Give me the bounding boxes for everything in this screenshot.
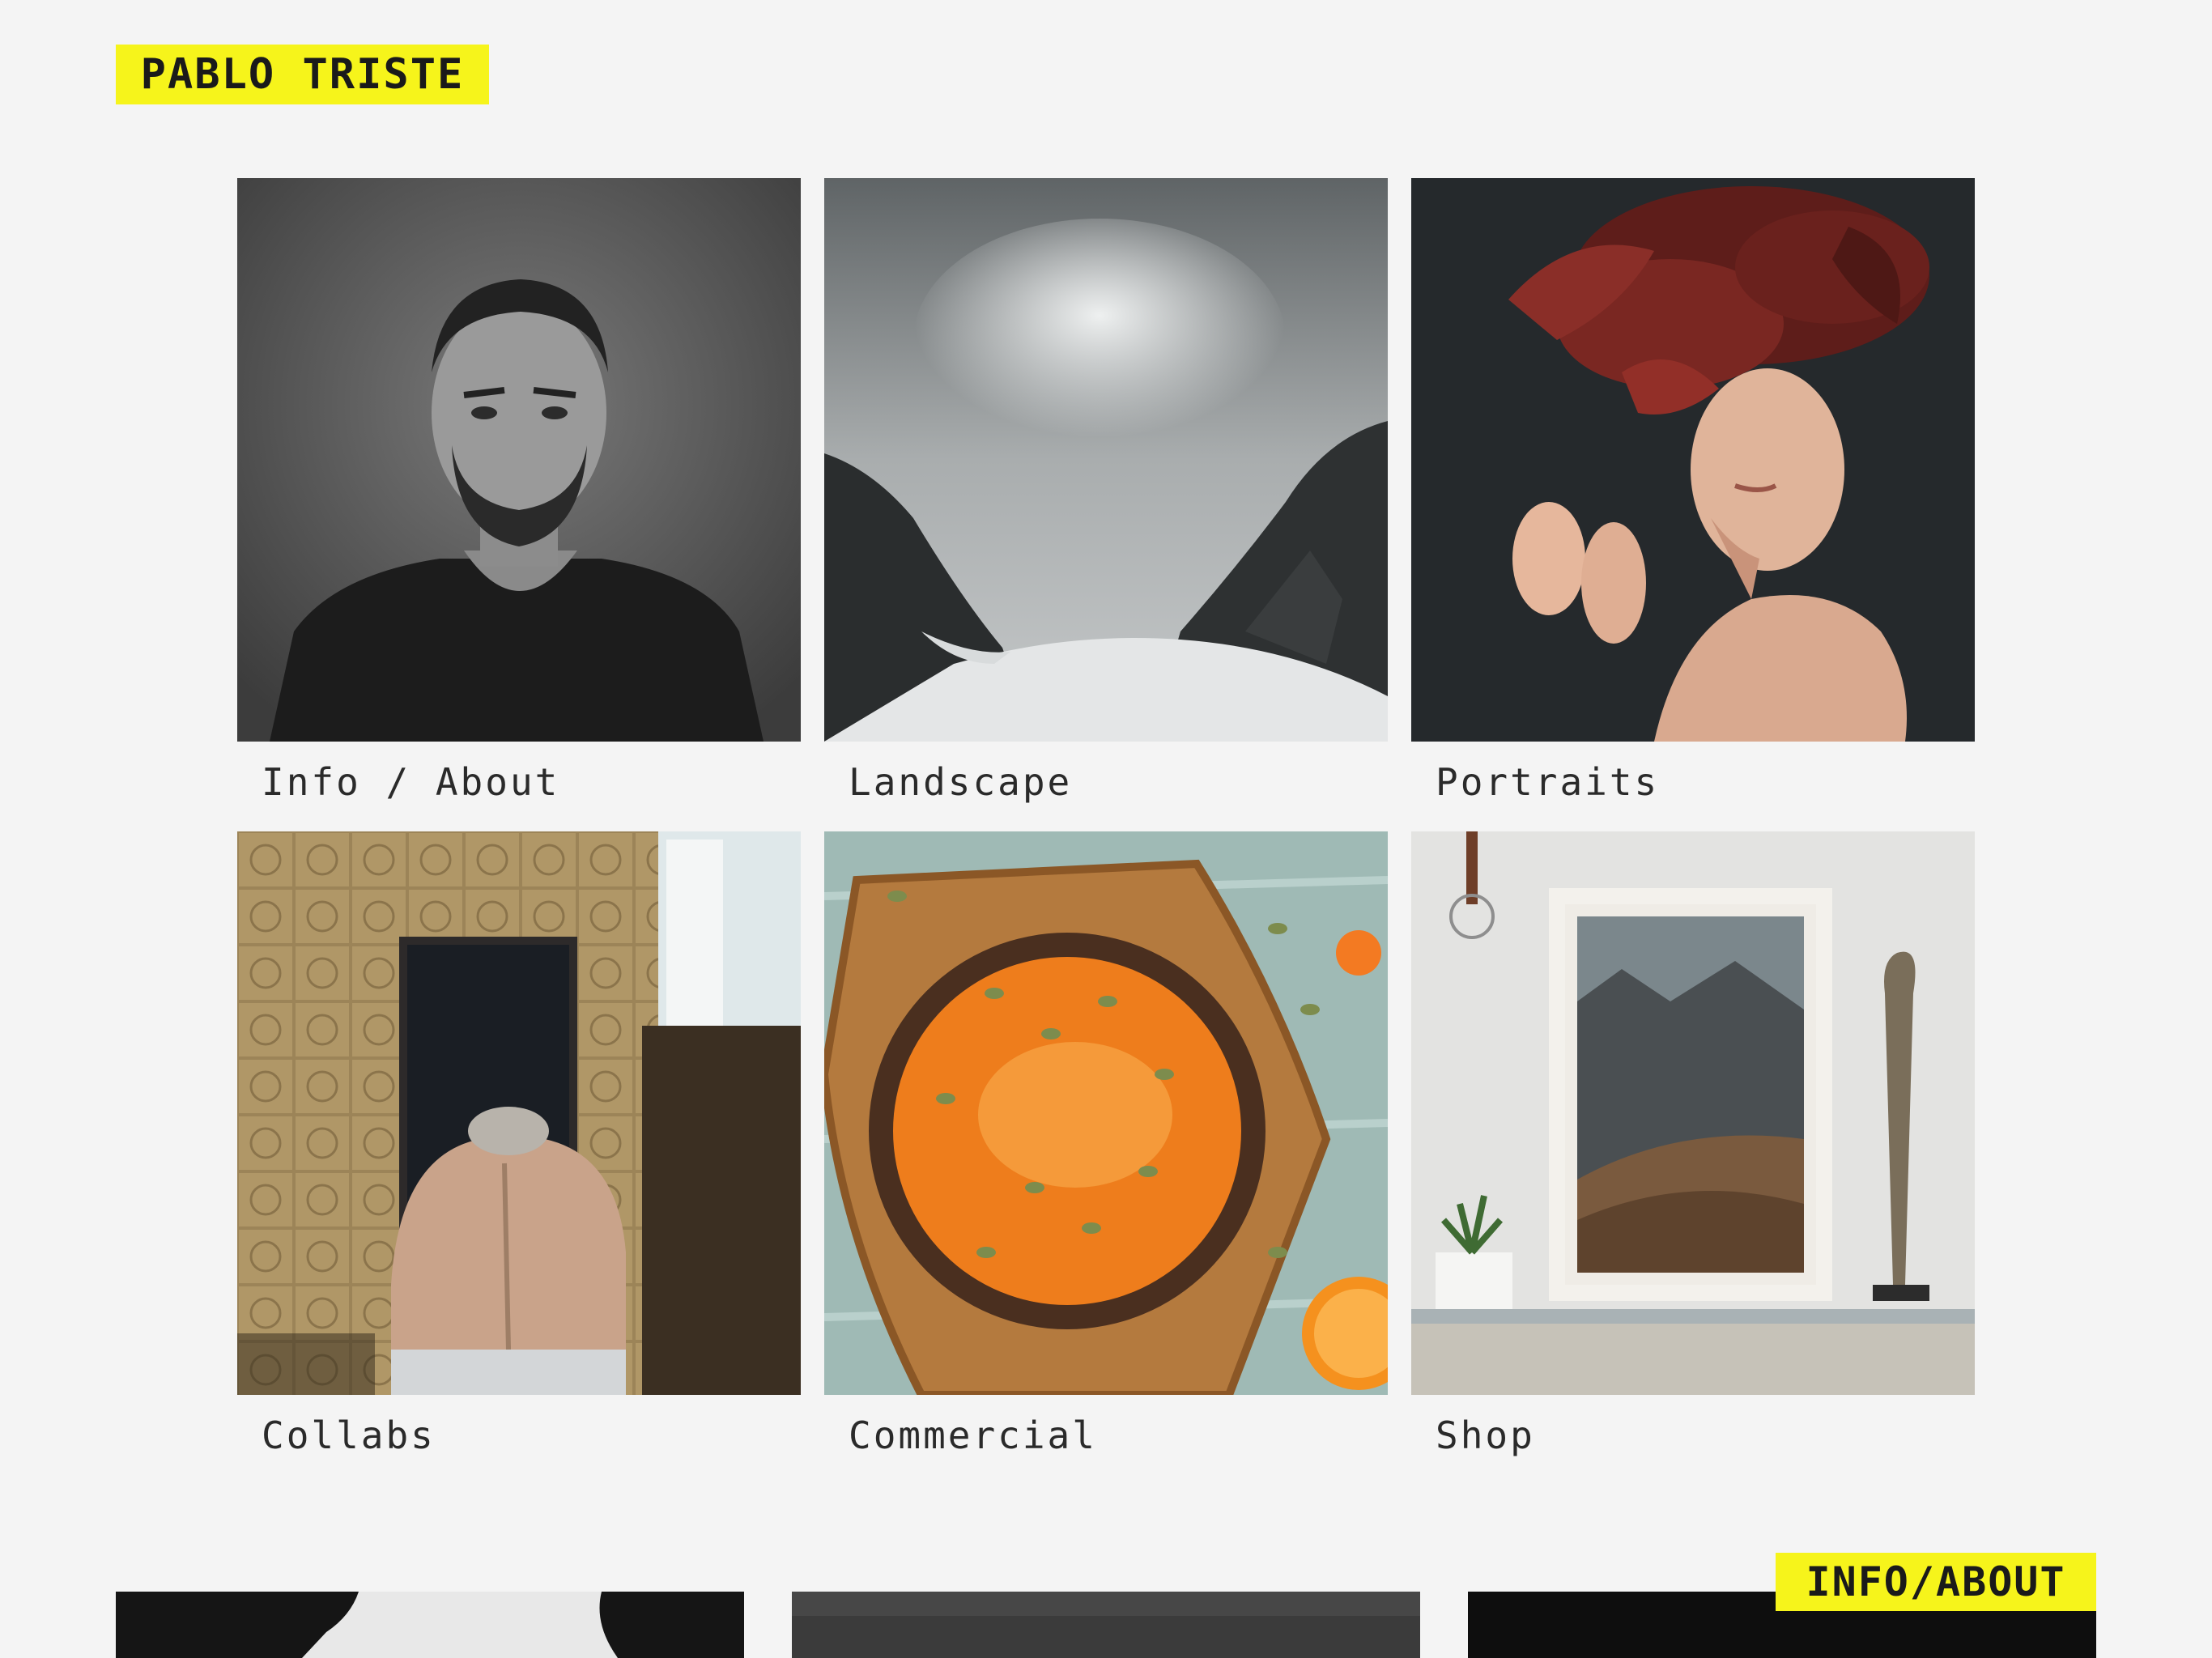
gallery-item-label[interactable]: Portraits bbox=[1411, 759, 1975, 805]
portrait-woman-image[interactable] bbox=[1411, 178, 1975, 742]
brand-logo[interactable]: PABLO TRISTE bbox=[116, 45, 489, 104]
landscape-image[interactable] bbox=[824, 178, 1388, 742]
gallery-item-info-about[interactable]: Info / About bbox=[237, 178, 801, 831]
gallery-item-commercial[interactable]: Commercial bbox=[824, 831, 1388, 1485]
gallery-item-portraits[interactable]: Portraits bbox=[1411, 178, 1975, 831]
page: PABLO TRISTE Info / About Landscape Port… bbox=[0, 0, 2212, 1658]
gallery-item-label[interactable]: Collabs bbox=[237, 1413, 801, 1458]
gallery-item-label[interactable]: Landscape bbox=[824, 759, 1388, 805]
gallery-item-collabs[interactable]: Collabs bbox=[237, 831, 801, 1485]
gallery-item-label[interactable]: Info / About bbox=[237, 759, 801, 805]
info-about-button[interactable]: INFO/ABOUT bbox=[1776, 1553, 2096, 1611]
gallery-item-landscape[interactable]: Landscape bbox=[824, 178, 1388, 831]
gallery-item-label[interactable]: Shop bbox=[1411, 1413, 1975, 1458]
portrait-man-image[interactable] bbox=[237, 178, 801, 742]
commercial-image[interactable] bbox=[824, 831, 1388, 1395]
gallery-grid: Info / About Landscape Portraits Collabs… bbox=[237, 178, 1975, 1485]
collabs-image[interactable] bbox=[237, 831, 801, 1395]
secondary-image-1[interactable] bbox=[116, 1592, 744, 1658]
gallery-item-shop[interactable]: Shop bbox=[1411, 831, 1975, 1485]
shop-image[interactable] bbox=[1411, 831, 1975, 1395]
secondary-image-2[interactable] bbox=[792, 1592, 1420, 1658]
gallery-item-label[interactable]: Commercial bbox=[824, 1413, 1388, 1458]
